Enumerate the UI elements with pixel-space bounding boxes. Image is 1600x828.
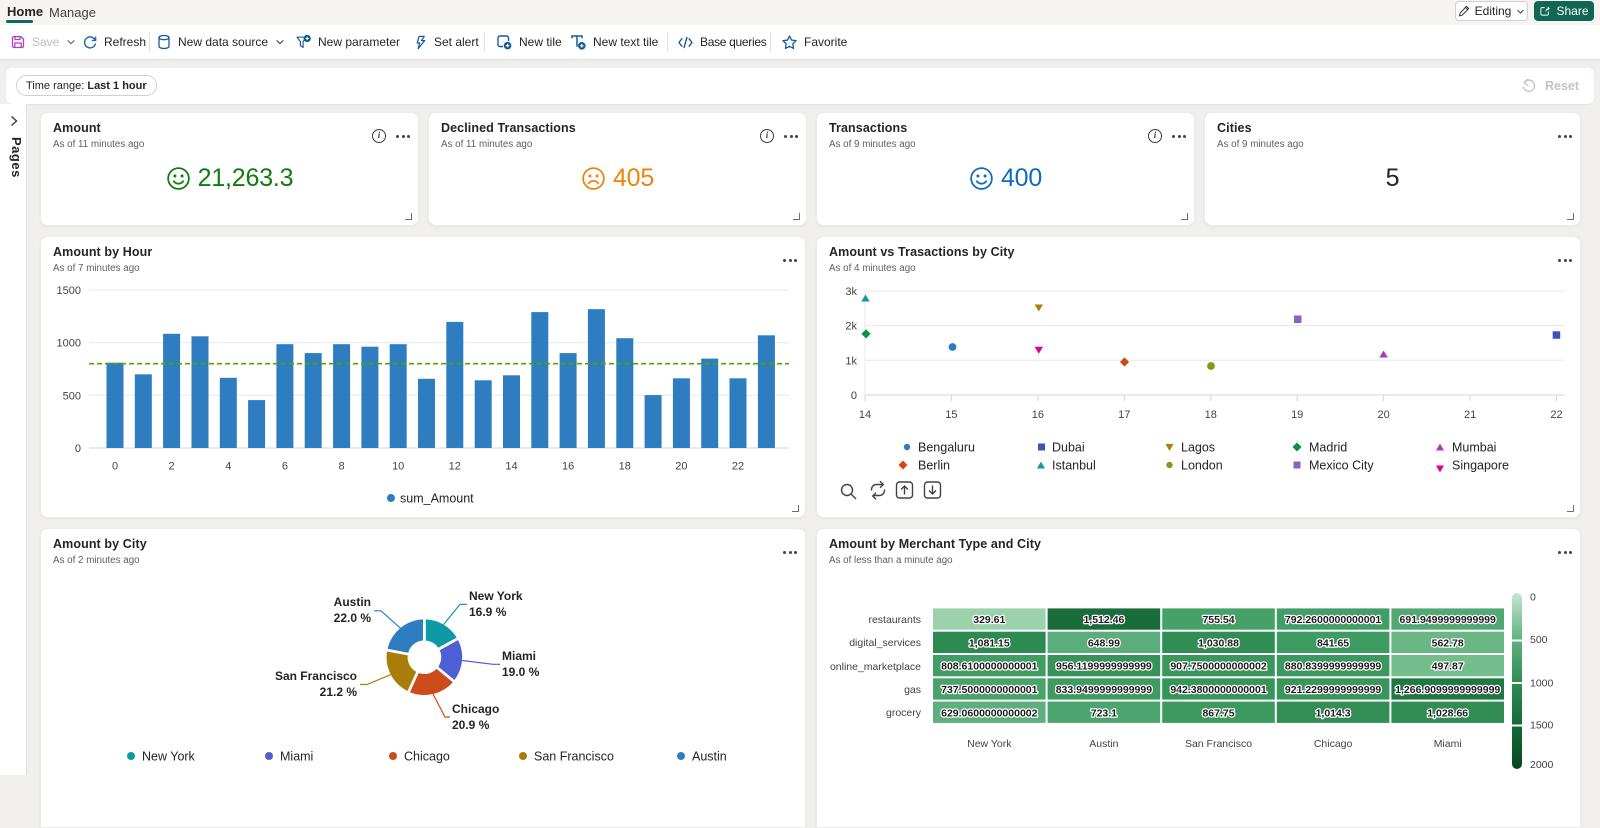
svg-text:0: 0 xyxy=(112,461,118,473)
svg-text:792.2600000000001: 792.2600000000001 xyxy=(1285,614,1382,626)
svg-text:New York: New York xyxy=(967,738,1012,750)
svg-text:Lagos: Lagos xyxy=(1181,441,1215,455)
svg-text:Mumbai: Mumbai xyxy=(1452,441,1496,455)
svg-text:691.9499999999999: 691.9499999999999 xyxy=(1400,614,1497,626)
svg-text:14: 14 xyxy=(859,409,871,421)
svg-text:841.65: 841.65 xyxy=(1317,637,1349,649)
svg-text:Austin: Austin xyxy=(1089,738,1118,750)
svg-text:20: 20 xyxy=(675,461,687,473)
svg-text:1000: 1000 xyxy=(1530,678,1554,690)
svg-text:Chicago: Chicago xyxy=(452,702,499,716)
svg-text:500: 500 xyxy=(63,390,81,402)
svg-text:Istanbul: Istanbul xyxy=(1052,459,1096,473)
svg-text:San Francisco: San Francisco xyxy=(1185,738,1252,750)
svg-text:Austin: Austin xyxy=(334,595,371,609)
svg-text:18: 18 xyxy=(619,461,631,473)
svg-text:Dubai: Dubai xyxy=(1052,441,1085,455)
svg-text:500: 500 xyxy=(1530,634,1548,646)
svg-text:956.1199999999999: 956.1199999999999 xyxy=(1056,661,1152,673)
svg-text:digital_services: digital_services xyxy=(849,637,921,649)
svg-text:808.6100000000001: 808.6100000000001 xyxy=(941,661,1038,673)
svg-text:8: 8 xyxy=(339,461,345,473)
svg-text:1500: 1500 xyxy=(57,285,81,297)
svg-text:14: 14 xyxy=(505,461,517,473)
svg-text:648.99: 648.99 xyxy=(1088,637,1120,649)
svg-text:0: 0 xyxy=(1530,592,1536,604)
svg-text:2000: 2000 xyxy=(1530,759,1554,771)
svg-text:880.8399999999999: 880.8399999999999 xyxy=(1285,661,1382,673)
svg-text:3k: 3k xyxy=(845,286,857,298)
svg-text:723.1: 723.1 xyxy=(1091,707,1117,719)
svg-text:London: London xyxy=(1181,459,1223,473)
svg-text:562.78: 562.78 xyxy=(1432,637,1464,649)
svg-text:12: 12 xyxy=(449,461,461,473)
svg-text:21.2 %: 21.2 % xyxy=(320,685,358,699)
svg-text:1k: 1k xyxy=(845,355,857,367)
svg-text:20.9 %: 20.9 % xyxy=(452,718,490,732)
svg-text:2k: 2k xyxy=(845,321,857,333)
svg-text:Chicago: Chicago xyxy=(1314,738,1353,750)
svg-text:San Francisco: San Francisco xyxy=(534,750,614,764)
svg-text:1,030.88: 1,030.88 xyxy=(1198,637,1239,649)
svg-text:sum_Amount: sum_Amount xyxy=(400,492,474,506)
svg-text:New York: New York xyxy=(142,750,196,764)
svg-text:Austin: Austin xyxy=(692,750,727,764)
svg-text:16: 16 xyxy=(1032,409,1044,421)
svg-text:22: 22 xyxy=(1550,409,1562,421)
svg-text:755.54: 755.54 xyxy=(1202,614,1234,626)
svg-text:Miami: Miami xyxy=(1434,738,1462,750)
svg-text:1500: 1500 xyxy=(1530,720,1554,732)
svg-text:online_marketplace: online_marketplace xyxy=(830,661,921,673)
svg-text:16: 16 xyxy=(562,461,574,473)
svg-text:gas: gas xyxy=(904,684,921,696)
svg-text:20: 20 xyxy=(1377,409,1389,421)
svg-text:Madrid: Madrid xyxy=(1309,441,1347,455)
svg-text:19.0 %: 19.0 % xyxy=(502,665,540,679)
svg-text:Miami: Miami xyxy=(502,649,536,663)
svg-text:21: 21 xyxy=(1464,409,1476,421)
svg-text:15: 15 xyxy=(945,409,957,421)
svg-text:17: 17 xyxy=(1118,409,1130,421)
svg-text:22.0 %: 22.0 % xyxy=(334,611,372,625)
svg-text:1,266.9099999999999: 1,266.9099999999999 xyxy=(1395,684,1500,696)
svg-text:1,014.3: 1,014.3 xyxy=(1316,707,1351,719)
svg-text:629.0600000000002: 629.0600000000002 xyxy=(941,707,1038,719)
svg-text:1,028.66: 1,028.66 xyxy=(1427,707,1468,719)
svg-text:921.2299999999999: 921.2299999999999 xyxy=(1285,684,1382,696)
svg-text:10: 10 xyxy=(392,461,404,473)
svg-text:942.3800000000001: 942.3800000000001 xyxy=(1170,684,1267,696)
svg-text:Berlin: Berlin xyxy=(918,459,950,473)
svg-text:737.5000000000001: 737.5000000000001 xyxy=(941,684,1038,696)
svg-text:833.9499999999999: 833.9499999999999 xyxy=(1056,684,1153,696)
svg-text:2: 2 xyxy=(169,461,175,473)
svg-text:0: 0 xyxy=(75,443,81,455)
svg-text:New York: New York xyxy=(469,589,523,603)
svg-text:6: 6 xyxy=(282,461,288,473)
svg-text:1000: 1000 xyxy=(57,338,81,350)
svg-text:4: 4 xyxy=(225,461,231,473)
svg-text:grocery: grocery xyxy=(886,707,922,719)
svg-text:Miami: Miami xyxy=(280,750,313,764)
svg-text:0: 0 xyxy=(851,390,857,402)
svg-text:Mexico City: Mexico City xyxy=(1309,459,1374,473)
svg-text:Bengaluru: Bengaluru xyxy=(918,441,975,455)
svg-text:22: 22 xyxy=(732,461,744,473)
svg-text:907.7500000000002: 907.7500000000002 xyxy=(1170,661,1267,673)
svg-text:329.61: 329.61 xyxy=(973,614,1005,626)
svg-text:Singapore: Singapore xyxy=(1452,459,1509,473)
svg-text:Chicago: Chicago xyxy=(404,750,450,764)
svg-text:867.75: 867.75 xyxy=(1202,707,1234,719)
svg-text:1,512.46: 1,512.46 xyxy=(1083,614,1124,626)
svg-text:18: 18 xyxy=(1205,409,1217,421)
svg-text:497.87: 497.87 xyxy=(1432,661,1464,673)
svg-text:1,081.15: 1,081.15 xyxy=(969,637,1010,649)
svg-text:restaurants: restaurants xyxy=(868,614,921,626)
svg-text:16.9 %: 16.9 % xyxy=(469,605,507,619)
svg-text:San Francisco: San Francisco xyxy=(275,669,357,683)
svg-text:19: 19 xyxy=(1291,409,1303,421)
